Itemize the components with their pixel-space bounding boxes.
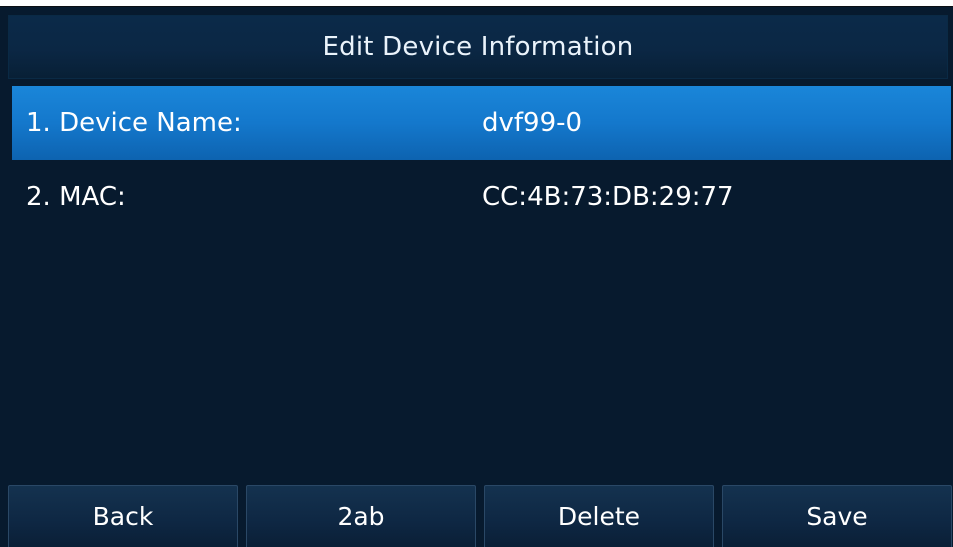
mac-label: 2. MAC: (26, 182, 126, 212)
save-button[interactable]: Save (722, 485, 952, 547)
back-button[interactable]: Back (8, 485, 238, 547)
device-name-value[interactable]: dvf99-0 (482, 108, 582, 138)
device-name-label: 1. Device Name: (26, 108, 242, 138)
delete-button[interactable]: Delete (484, 485, 714, 547)
phone-screen: Edit Device Information 1. Device Name: … (0, 6, 953, 547)
input-mode-button[interactable]: 2ab (246, 485, 476, 547)
softkey-bar: Back 2ab Delete Save (8, 485, 953, 547)
list-item-device-name[interactable]: 1. Device Name: dvf99-0 (12, 86, 951, 160)
field-list: 1. Device Name: dvf99-0 2. MAC: CC:4B:73… (12, 86, 951, 234)
list-item-mac[interactable]: 2. MAC: CC:4B:73:DB:29:77 (12, 160, 951, 234)
mac-value: CC:4B:73:DB:29:77 (482, 182, 734, 212)
page-title: Edit Device Information (8, 15, 948, 79)
